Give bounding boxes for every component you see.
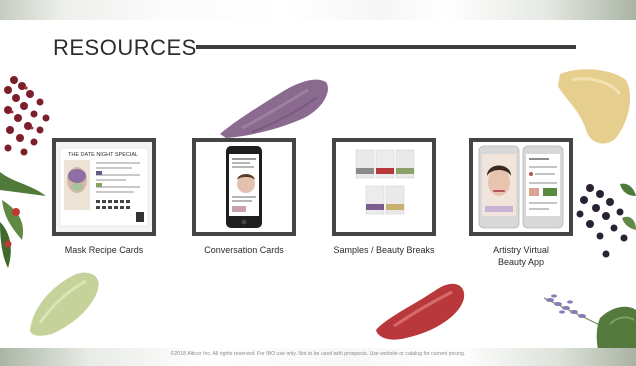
beauty-app-phones-image [473,142,569,232]
mask-card-heading: THE DATE NIGHT SPECIAL [68,152,138,158]
green-swatch-image [30,272,99,336]
conversation-cards-thumbnail[interactable] [192,138,296,236]
slide: RESOURCES THE DATE NIGHT SPECIAL Mask Re… [0,0,636,366]
artistry-virtual-beauty-app-label[interactable]: Artistry Virtual Beauty App [451,244,591,268]
mask-recipe-card-image: THE DATE NIGHT SPECIAL [56,142,152,232]
purple-swatch-image [220,79,328,138]
mask-recipe-cards-thumbnail[interactable]: THE DATE NIGHT SPECIAL [52,138,156,236]
phone-conversation-image [196,142,292,232]
title-rule [196,45,576,49]
artistry-virtual-beauty-app-thumbnail[interactable] [469,138,573,236]
conversation-cards-label[interactable]: Conversation Cards [174,244,314,256]
lavender-image [543,294,636,350]
top-band [0,0,636,20]
samples-beauty-breaks-label[interactable]: Samples / Beauty Breaks [314,244,454,256]
mask-recipe-cards-label[interactable]: Mask Recipe Cards [34,244,174,256]
sample-packets-image [336,142,432,232]
footer-disclaimer: ©2018 Alticor Inc. All rights reserved. … [170,351,466,357]
samples-beauty-breaks-thumbnail[interactable] [332,138,436,236]
slide-title: RESOURCES [53,35,197,60]
artistry-label-text: Artistry Virtual Beauty App [493,245,549,267]
red-swatch-image [376,283,465,340]
